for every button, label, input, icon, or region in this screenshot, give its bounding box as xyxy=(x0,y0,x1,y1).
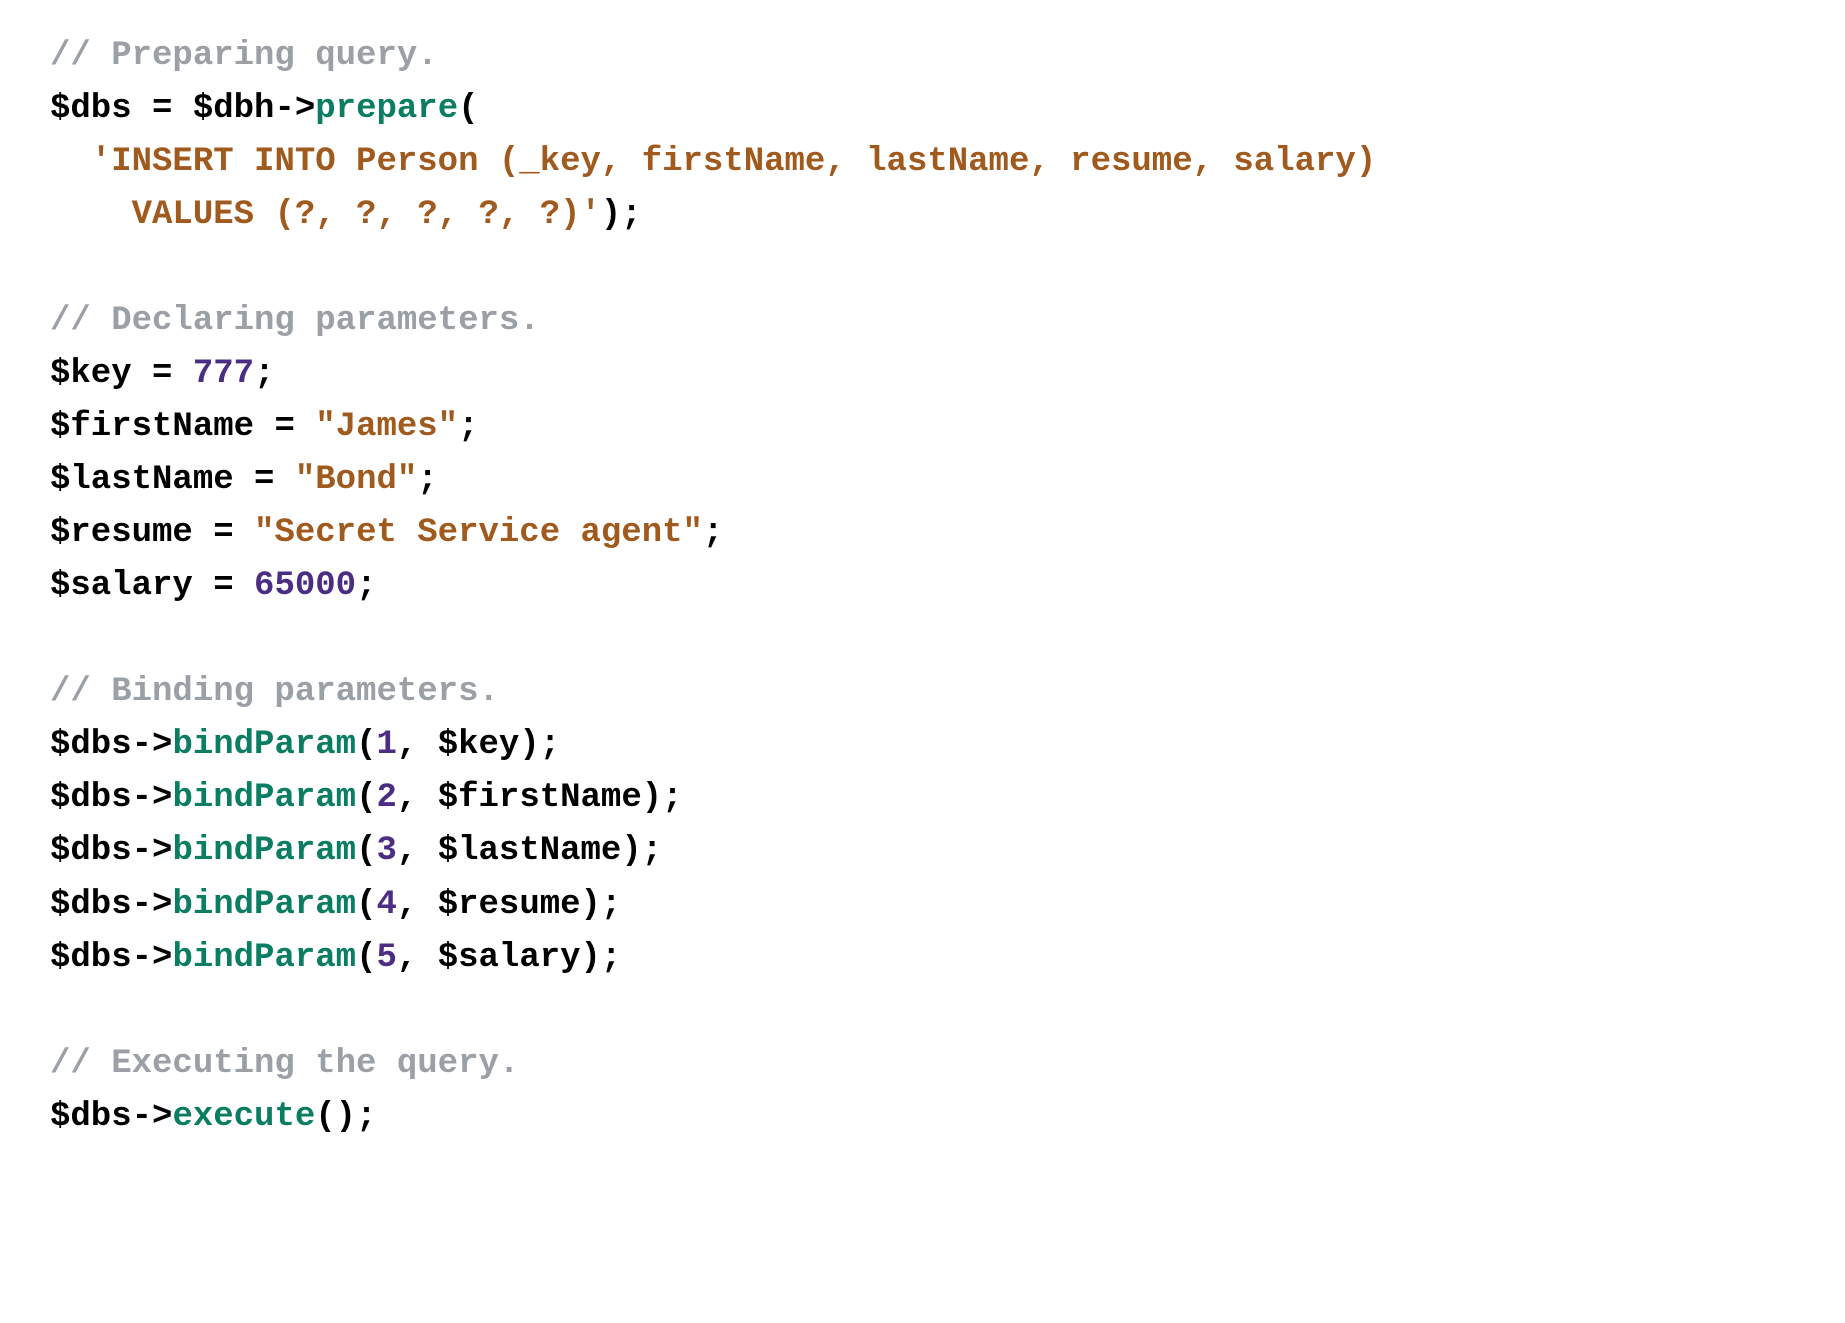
var-firstname: $firstName xyxy=(50,408,254,446)
num-777: 777 xyxy=(193,355,254,393)
punct-comma: , xyxy=(397,939,438,977)
punct-eq: = xyxy=(193,514,254,552)
var-key: $key xyxy=(50,355,132,393)
var-key: $key xyxy=(438,726,520,764)
sql-string-line2: VALUES (?, ?, ?, ?, ?)' xyxy=(132,196,601,234)
punct-open: ( xyxy=(356,886,376,924)
punct-semi: ; xyxy=(356,567,376,605)
punct-semi: ; xyxy=(703,514,723,552)
punct-open: ( xyxy=(356,779,376,817)
var-resume: $resume xyxy=(50,514,193,552)
punct-closesemi: ); xyxy=(601,196,642,234)
punct-open: ( xyxy=(458,90,478,128)
str-agent: "Secret Service agent" xyxy=(254,514,703,552)
punct-closesemi: ); xyxy=(621,832,662,870)
punct-arrow: -> xyxy=(132,726,173,764)
method-prepare: prepare xyxy=(315,90,458,128)
punct-closesemi: ); xyxy=(581,939,622,977)
punct-arrow: -> xyxy=(274,90,315,128)
punct-comma: , xyxy=(397,779,438,817)
method-bindparam: bindParam xyxy=(172,779,356,817)
punct-eq: = xyxy=(132,355,193,393)
method-bindparam: bindParam xyxy=(172,886,356,924)
punct-semi: ; xyxy=(254,355,274,393)
method-bindparam: bindParam xyxy=(172,939,356,977)
punct-arrow: -> xyxy=(132,779,173,817)
punct-open: ( xyxy=(315,1098,335,1136)
punct-comma: , xyxy=(397,726,438,764)
num-5: 5 xyxy=(376,939,396,977)
punct-comma: , xyxy=(397,832,438,870)
num-1: 1 xyxy=(376,726,396,764)
punct-closesemi: ); xyxy=(642,779,683,817)
var-salary: $salary xyxy=(438,939,581,977)
method-bindparam: bindParam xyxy=(172,832,356,870)
var-dbs: $dbs xyxy=(50,886,132,924)
punct-open: ( xyxy=(356,726,376,764)
var-dbs: $dbs xyxy=(50,779,132,817)
punct-eq: = xyxy=(132,90,193,128)
punct-eq: = xyxy=(254,408,315,446)
str-james: "James" xyxy=(315,408,458,446)
var-dbs: $dbs xyxy=(50,1098,132,1136)
comment-exec: // Executing the query. xyxy=(50,1045,519,1083)
comment-declare: // Declaring parameters. xyxy=(50,302,540,340)
code-block: // Preparing query. $dbs = $dbh->prepare… xyxy=(0,0,1845,1174)
num-2: 2 xyxy=(376,779,396,817)
punct-semi: ; xyxy=(417,461,437,499)
str-bond: "Bond" xyxy=(295,461,417,499)
punct-open: ( xyxy=(356,939,376,977)
var-firstname: $firstName xyxy=(438,779,642,817)
punct-arrow: -> xyxy=(132,886,173,924)
var-salary: $salary xyxy=(50,567,193,605)
var-dbs: $dbs xyxy=(50,726,132,764)
var-lastname: $lastName xyxy=(50,461,234,499)
var-resume: $resume xyxy=(438,886,581,924)
num-3: 3 xyxy=(376,832,396,870)
num-4: 4 xyxy=(376,886,396,924)
var-dbs: $dbs xyxy=(50,939,132,977)
sql-string-line1: 'INSERT INTO Person (_key, firstName, la… xyxy=(91,143,1376,181)
punct-arrow: -> xyxy=(132,939,173,977)
punct-closesemi: ); xyxy=(519,726,560,764)
var-dbs: $dbs xyxy=(50,90,132,128)
var-dbs: $dbs xyxy=(50,832,132,870)
var-dbh: $dbh xyxy=(193,90,275,128)
comment-prepare: // Preparing query. xyxy=(50,37,438,75)
punct-open: ( xyxy=(356,832,376,870)
punct-eq: = xyxy=(234,461,295,499)
var-lastname: $lastName xyxy=(438,832,622,870)
method-execute: execute xyxy=(172,1098,315,1136)
method-bindparam: bindParam xyxy=(172,726,356,764)
punct-comma: , xyxy=(397,886,438,924)
punct-closesemi: ); xyxy=(336,1098,377,1136)
punct-closesemi: ); xyxy=(581,886,622,924)
punct-eq: = xyxy=(193,567,254,605)
punct-arrow: -> xyxy=(132,1098,173,1136)
punct-arrow: -> xyxy=(132,832,173,870)
num-65000: 65000 xyxy=(254,567,356,605)
comment-bind: // Binding parameters. xyxy=(50,673,499,711)
punct-semi: ; xyxy=(458,408,478,446)
